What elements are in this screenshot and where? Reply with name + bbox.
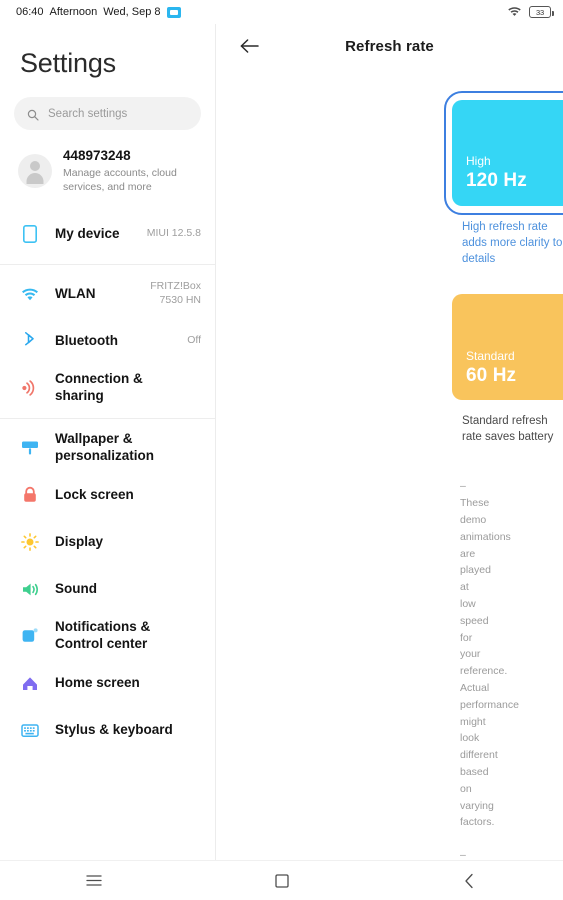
battery-level-text: 33 (536, 7, 544, 17)
sidebar-item-stylus-keyboard[interactable]: Stylus & keyboard (0, 707, 215, 754)
sidebar-item-notifications[interactable]: Notifications & Control center (0, 613, 215, 660)
sidebar-item-value: Off (187, 334, 201, 347)
status-bar-left: 06:40 Afternoon Wed, Sep 8 (16, 6, 181, 18)
system-navigation-bar (0, 860, 563, 900)
account-name: 448973248 (63, 148, 131, 163)
status-date: Wed, Sep 8 (103, 6, 161, 18)
recents-menu-icon[interactable] (0, 861, 188, 900)
refresh-option-high-card[interactable]: High 120 Hz (452, 100, 563, 206)
sidebar-item-label: Bluetooth (55, 332, 118, 348)
main-split: Settings Search settings 448973248 Manag… (0, 24, 563, 860)
back-chevron-icon[interactable] (375, 861, 563, 900)
settings-sidebar: Settings Search settings 448973248 Manag… (0, 24, 216, 860)
sidebar-item-label: WLAN (55, 285, 96, 301)
page-title: Settings (20, 48, 116, 78)
sidebar-item-value: FRITZ!Box 7530 HN (150, 280, 201, 307)
lock-icon (20, 486, 40, 504)
wifi-icon (507, 5, 522, 20)
sidebar-item-wlan[interactable]: WLAN FRITZ!Box 7530 HN (0, 271, 215, 318)
sidebar-item-value: MIUI 12.5.8 (146, 227, 201, 240)
refresh-option-standard-hint: Standard refresh rate saves battery (462, 415, 554, 444)
search-input[interactable]: Search settings (14, 97, 201, 130)
sidebar-item-label: Sound (55, 580, 97, 596)
wifi-icon (20, 286, 40, 302)
pane-header: Refresh rate (216, 24, 563, 68)
status-bar: 06:40 Afternoon Wed, Sep 8 33 (0, 0, 563, 24)
sidebar-item-sound[interactable]: Sound (0, 566, 215, 613)
sidebar-divider (0, 263, 215, 265)
sidebar-item-display[interactable]: Display (0, 519, 215, 566)
connection-sharing-icon (20, 379, 40, 397)
status-time: 06:40 (16, 6, 44, 18)
sidebar-item-account[interactable]: 448973248 Manage accounts, cloud service… (0, 130, 215, 211)
refresh-option-high-hint: High refresh rate adds more clarity to d… (462, 221, 563, 266)
sound-speaker-icon (20, 581, 40, 598)
sidebar-item-label: Display (55, 533, 104, 549)
sidebar-item-label: Connection & sharing (55, 371, 143, 404)
account-text: 448973248 Manage accounts, cloud service… (63, 147, 201, 195)
sidebar-item-label: Stylus & keyboard (55, 721, 173, 737)
home-screen-icon (20, 675, 40, 692)
refresh-option-standard-card[interactable]: Standard 60 Hz (452, 294, 563, 401)
sidebar-item-label: Wallpaper & personalization (55, 431, 155, 464)
status-bar-right: 33 (507, 5, 554, 20)
refresh-option-standard-text: Standard 60 Hz (466, 349, 516, 389)
sidebar-item-label: My device (55, 225, 120, 241)
refresh-option-standard[interactable]: Standard 60 Hz (216, 294, 563, 401)
pane-title: Refresh rate (345, 37, 434, 55)
person-avatar-icon (18, 153, 52, 188)
sidebar-item-lock-screen[interactable]: Lock screen (0, 472, 215, 519)
sidebar-item-label: Lock screen (55, 486, 134, 502)
sidebar-item-label: Notifications & Control center (55, 619, 151, 652)
sidebar-item-label: Home screen (55, 674, 140, 690)
search-placeholder: Search settings (48, 107, 128, 120)
refresh-option-kind: High (466, 154, 491, 169)
refresh-option-rate: 120 Hz (466, 170, 527, 192)
sidebar-item-wallpaper[interactable]: Wallpaper & personalization (0, 425, 215, 472)
notifications-icon (20, 627, 40, 645)
settings-app-window: 06:40 Afternoon Wed, Sep 8 33 Settings S… (0, 0, 563, 900)
refresh-option-kind: Standard (466, 348, 515, 363)
tablet-icon (20, 225, 40, 244)
battery-indicator: 33 (529, 6, 554, 18)
sidebar-item-my-device[interactable]: My device MIUI 12.5.8 (0, 211, 215, 258)
bluetooth-icon (20, 331, 40, 351)
sidebar-item-home-screen[interactable]: Home screen (0, 660, 215, 707)
back-arrow-icon[interactable] (236, 32, 264, 60)
refresh-option-rate: 60 Hz (466, 364, 517, 386)
account-subtitle: Manage accounts, cloud services, and mor… (63, 167, 177, 194)
stylus-keyboard-icon (20, 723, 40, 738)
display-sun-icon (20, 533, 40, 551)
home-square-icon[interactable] (188, 861, 376, 900)
sidebar-item-connection-sharing[interactable]: Connection & sharing (0, 365, 215, 412)
refresh-rate-pane: Refresh rate High 120 Hz High refresh ra… (216, 24, 563, 860)
wallpaper-icon (20, 439, 40, 457)
refresh-rate-options: High 120 Hz High refresh rate adds more … (216, 68, 563, 860)
sidebar-divider (0, 417, 215, 419)
cloud-sync-icon (166, 6, 181, 18)
search-icon (27, 108, 39, 121)
sidebar-item-bluetooth[interactable]: Bluetooth Off (0, 318, 215, 365)
status-period: Afternoon (49, 6, 98, 18)
refresh-option-high[interactable]: High 120 Hz (216, 91, 563, 215)
refresh-option-high-text: High 120 Hz (466, 154, 527, 194)
